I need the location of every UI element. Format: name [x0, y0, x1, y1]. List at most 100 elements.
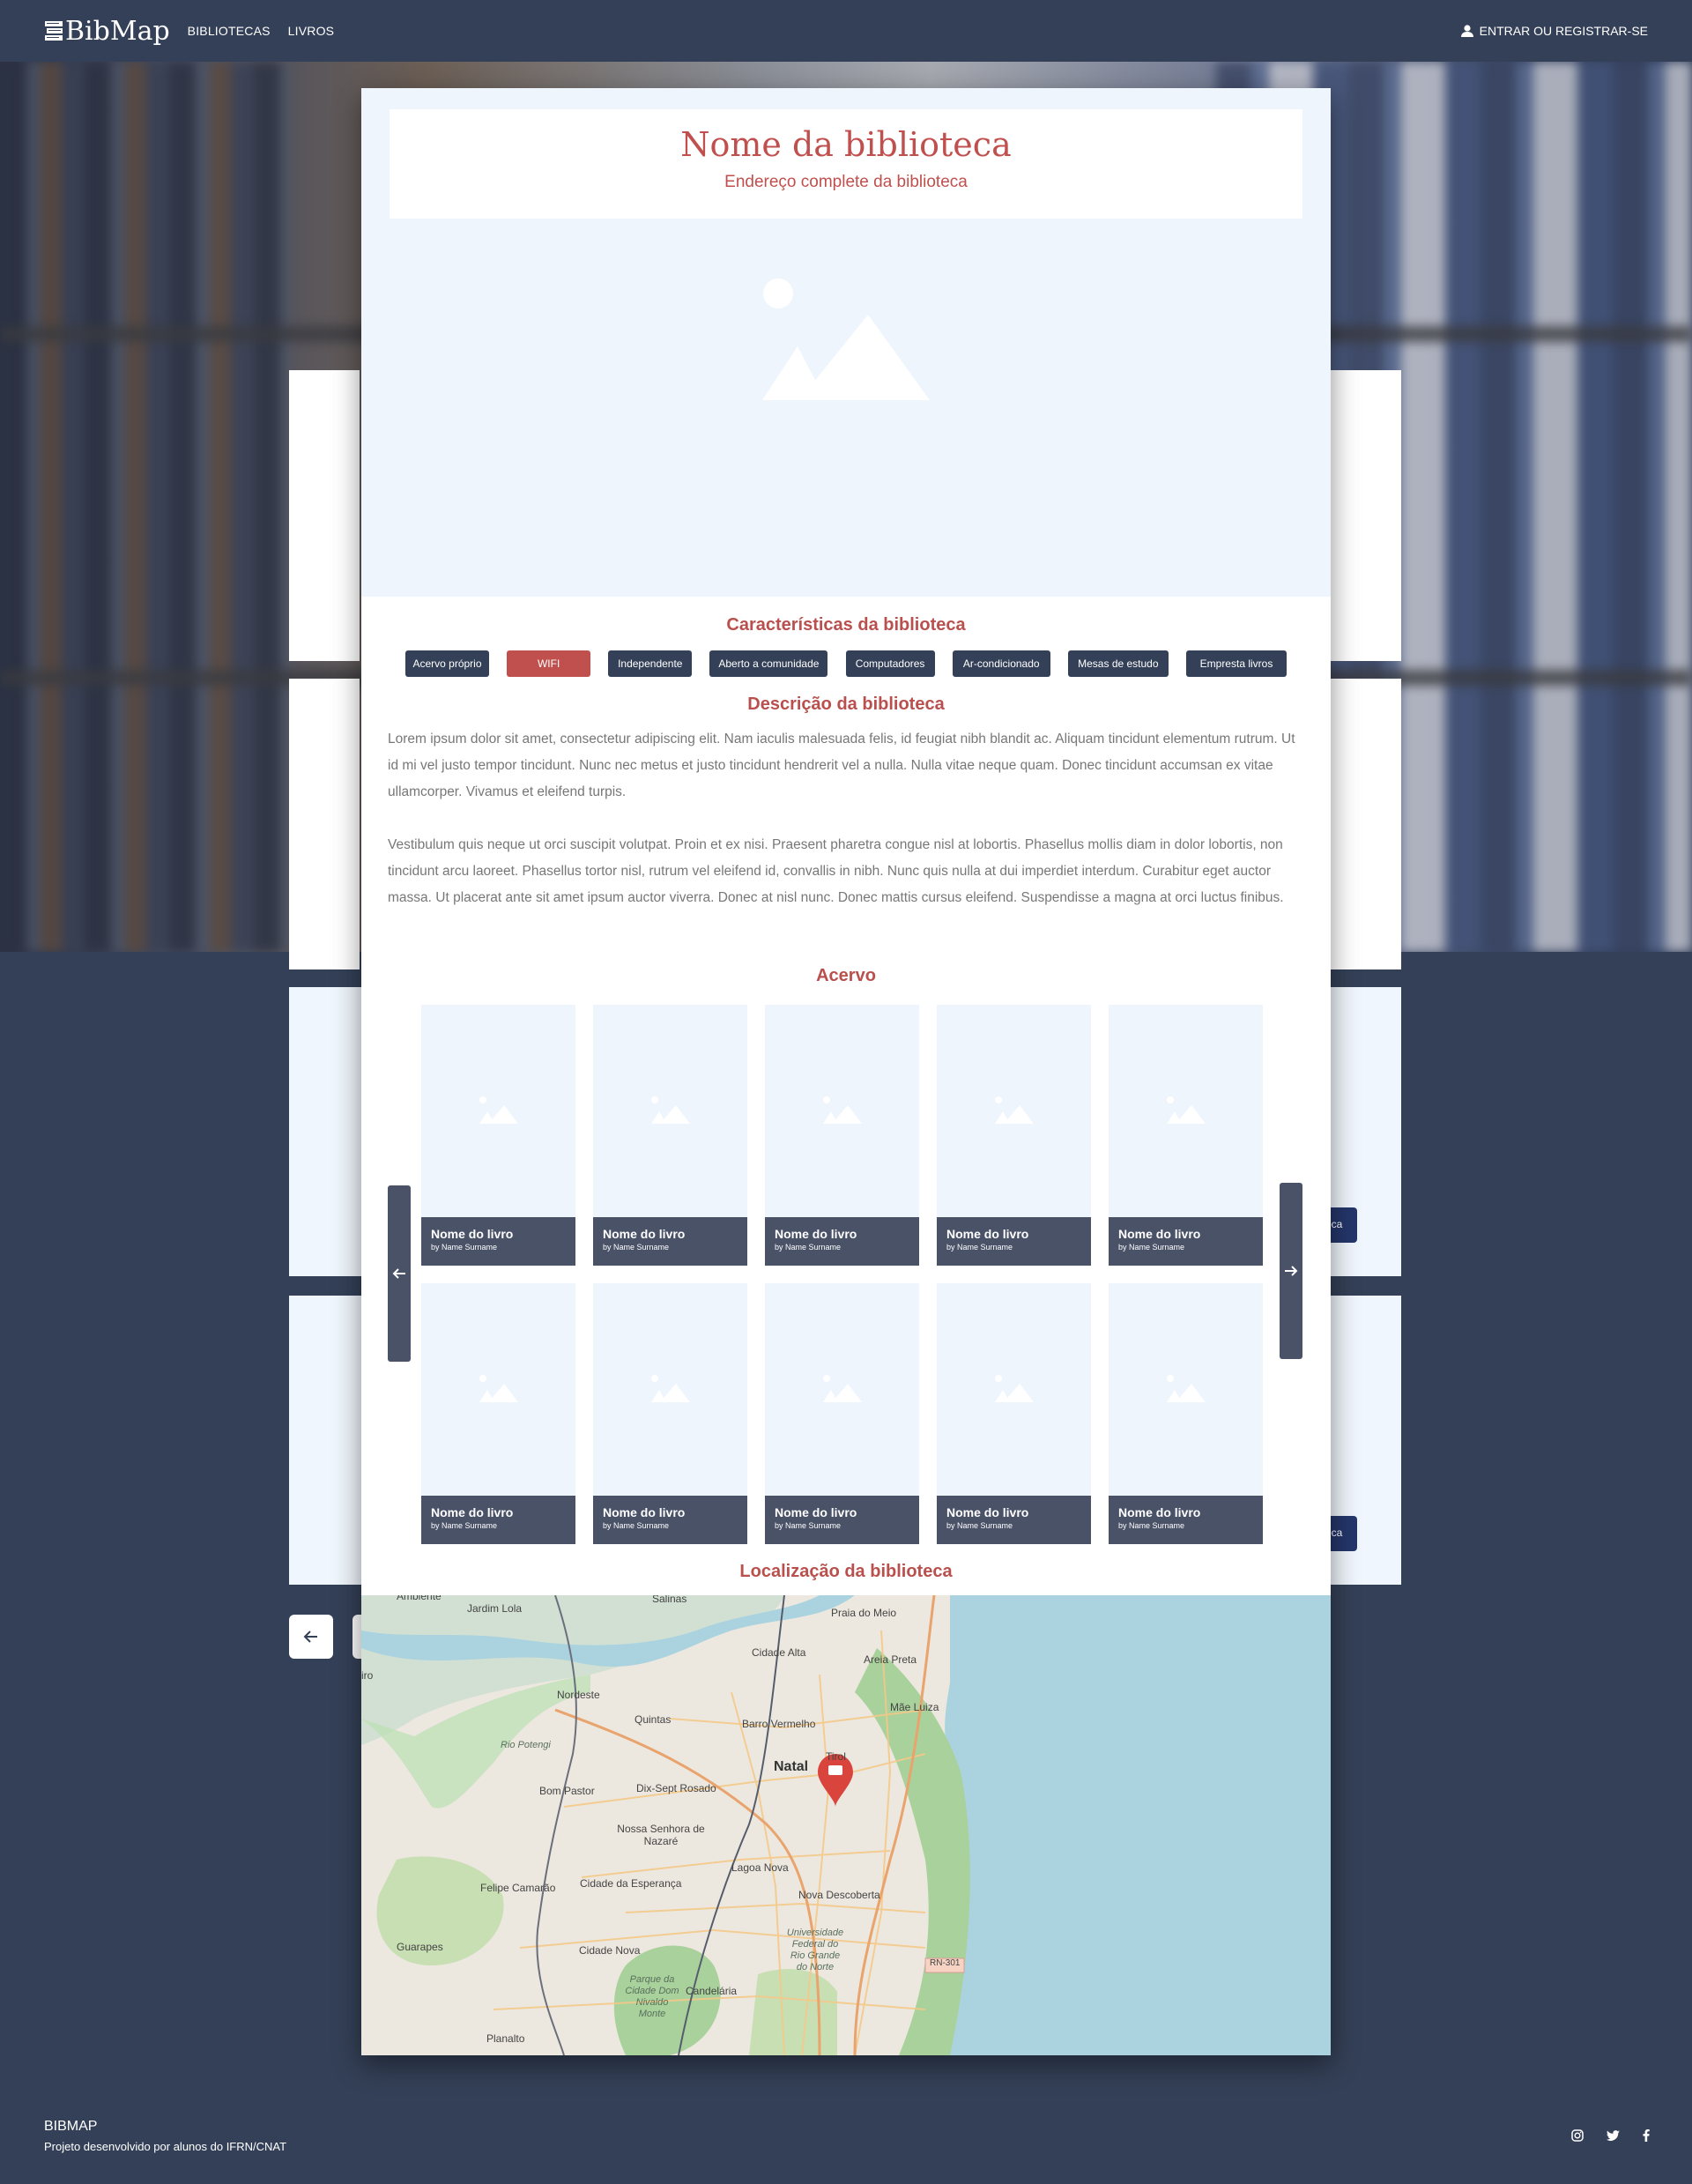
top-navbar: BibMap BIBLIOTECAS LIVROS ENTRAR OU REGI… [0, 0, 1692, 62]
background-card [289, 370, 360, 661]
login-label: ENTRAR OU REGISTRAR-SE [1479, 24, 1648, 38]
carousel-next-button[interactable] [1280, 1183, 1302, 1359]
book-author: by Name Surname [603, 1521, 670, 1530]
image-placeholder-icon [823, 1375, 862, 1402]
instagram-icon[interactable] [1571, 2129, 1584, 2142]
arrow-left-icon [392, 1268, 405, 1279]
book-author: by Name Surname [431, 1243, 498, 1252]
map-label: Parque da Cidade Dom Nivaldo Monte [625, 1974, 679, 2019]
map-label: Areia Preta [864, 1653, 917, 1666]
book-card[interactable]: Nome do livro by Name Surname [765, 1005, 919, 1266]
feature-chip: Aberto a comunidade [709, 650, 828, 677]
carousel-prev-button[interactable] [388, 1185, 411, 1362]
map-label: Salinas [652, 1595, 687, 1605]
book-card[interactable]: Nome do livro by Name Surname [421, 1005, 575, 1266]
image-placeholder-icon [995, 1375, 1034, 1402]
book-title: Nome do livro [946, 1505, 1029, 1519]
arrow-left-icon [303, 1631, 317, 1643]
feature-chip: Mesas de estudo [1067, 650, 1169, 677]
brand-name: BibMap [65, 15, 170, 47]
image-placeholder-icon [995, 1096, 1034, 1124]
login-link[interactable]: ENTRAR OU REGISTRAR-SE [1460, 24, 1648, 38]
image-placeholder-icon [651, 1096, 690, 1124]
book-caption: Nome do livro by Name Surname [421, 1496, 575, 1544]
book-caption: Nome do livro by Name Surname [1109, 1496, 1263, 1544]
book-caption: Nome do livro by Name Surname [937, 1496, 1091, 1544]
book-author: by Name Surname [775, 1521, 842, 1530]
map-label: Jardim Lola [467, 1602, 523, 1615]
map-label: Bom Pastor [539, 1785, 595, 1797]
map-label: Mãe Luiza [890, 1701, 939, 1713]
description-title: Descrição da biblioteca [747, 695, 945, 714]
book-title: Nome do livro [1118, 1505, 1201, 1519]
map-label: Planalto [486, 2032, 525, 2045]
nav-livros[interactable]: LIVROS [288, 24, 335, 38]
book-author: by Name Surname [1118, 1243, 1185, 1252]
books-logo-icon [45, 21, 63, 41]
book-title: Nome do livro [431, 1227, 514, 1241]
image-placeholder-icon [651, 1375, 690, 1402]
description-paragraph: Vestibulum quis neque ut orci suscipit v… [388, 837, 1284, 905]
twitter-icon[interactable] [1607, 2129, 1620, 2142]
library-description: Lorem ipsum dolor sit amet, consectetur … [388, 726, 1304, 911]
map-label: Dix-Sept Rosado [636, 1782, 716, 1794]
book-card[interactable]: Nome do livro by Name Surname [421, 1283, 575, 1544]
library-modal: Nome da biblioteca Endereço complete da … [361, 88, 1331, 2055]
book-author: by Name Surname [431, 1521, 498, 1530]
background-card [289, 679, 360, 969]
location-title: Localização da biblioteca [739, 1562, 953, 1581]
book-author: by Name Surname [1118, 1521, 1185, 1530]
image-placeholder-icon [823, 1096, 862, 1124]
map-label: Cidade Nova [579, 1944, 641, 1957]
book-title: Nome do livro [1118, 1227, 1201, 1241]
book-card[interactable]: Nome do livro by Name Surname [1109, 1283, 1263, 1544]
library-hero: Nome da biblioteca Endereço complete da … [361, 88, 1331, 597]
book-card[interactable]: Nome do livro by Name Surname [593, 1283, 747, 1544]
footer-subtitle: Projeto desenvolvido por alunos do IFRN/… [44, 2140, 287, 2153]
book-title: Nome do livro [603, 1227, 686, 1241]
book-caption: Nome do livro by Name Surname [593, 1217, 747, 1266]
book-author: by Name Surname [946, 1243, 1013, 1252]
book-caption: Nome do livro by Name Surname [765, 1217, 919, 1266]
library-map[interactable]: Jardim Lola Salinas Praia do Meio Cidade… [361, 1595, 1331, 2055]
book-title: Nome do livro [946, 1227, 1029, 1241]
book-card[interactable]: Nome do livro by Name Surname [593, 1005, 747, 1266]
map-label: Nossa Senhora de Nazaré [617, 1823, 705, 1847]
nav-bibliotecas[interactable]: BIBLIOTECAS [188, 24, 271, 38]
book-author: by Name Surname [775, 1243, 842, 1252]
book-author: by Name Surname [946, 1521, 1013, 1530]
facebook-icon[interactable] [1643, 2129, 1650, 2142]
features-title: Características da biblioteca [726, 615, 966, 635]
map-label: RN-301 [930, 1958, 961, 1968]
map-label: Candelária [686, 1985, 738, 1997]
image-placeholder-icon [479, 1375, 518, 1402]
book-card[interactable]: Nome do livro by Name Surname [937, 1283, 1091, 1544]
footer: BIBMAP Projeto desenvolvido por alunos d… [44, 2119, 286, 2153]
image-placeholder-icon [1167, 1096, 1206, 1124]
description-paragraph: Lorem ipsum dolor sit amet, consectetur … [388, 732, 1295, 799]
book-card[interactable]: Nome do livro by Name Surname [937, 1005, 1091, 1266]
feature-chip: Computadores [845, 650, 935, 677]
map-label: Natal [774, 1759, 809, 1774]
map-label: Universidade Federal do Rio Grande do No… [786, 1928, 844, 1972]
background-prev-page-button[interactable] [289, 1615, 333, 1659]
map-label: Cidade da Esperança [580, 1877, 682, 1890]
feature-chip: Independente [608, 650, 693, 677]
map-label: iro [361, 1669, 374, 1682]
library-name: Nome da biblioteca [680, 125, 1012, 164]
map-label: Tirol [826, 1750, 846, 1763]
library-address: Endereço complete da biblioteca [724, 173, 968, 191]
map-label: Praia do Meio [831, 1607, 897, 1619]
map-label: Barro Vermelho [742, 1718, 816, 1730]
feature-chip: Empresta livros [1185, 650, 1287, 677]
map-label: Nova Descoberta [798, 1889, 880, 1901]
map-label: Nordeste [557, 1689, 600, 1701]
map-label: Lagoa Nova [731, 1861, 789, 1874]
brand-logo[interactable]: BibMap [44, 16, 170, 47]
book-title: Nome do livro [603, 1505, 686, 1519]
book-title: Nome do livro [775, 1505, 857, 1519]
map-label: Felipe Camarão [480, 1882, 556, 1894]
book-title: Nome do livro [775, 1227, 857, 1241]
book-card[interactable]: Nome do livro by Name Surname [765, 1283, 919, 1544]
book-card[interactable]: Nome do livro by Name Surname [1109, 1005, 1263, 1266]
